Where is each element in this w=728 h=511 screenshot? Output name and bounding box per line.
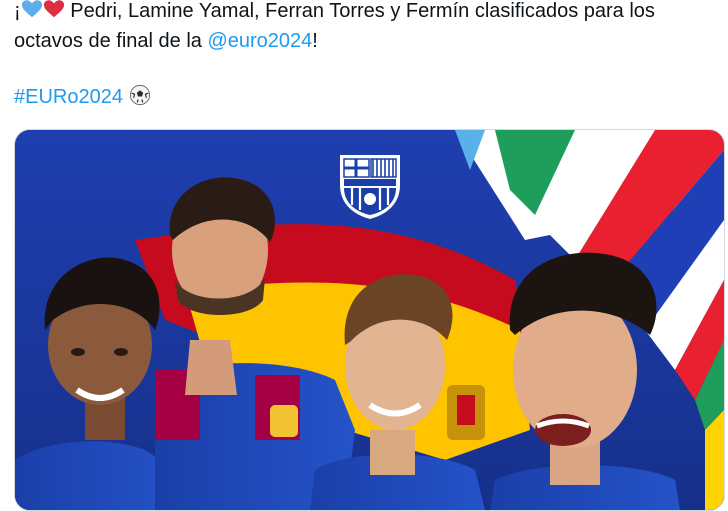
tweet-media-image[interactable] — [14, 129, 725, 511]
soccer-ball-icon — [129, 84, 150, 106]
tweet-text: ¡ Pedri, Lamine Yamal, Ferran Torres y F… — [14, 0, 718, 112]
hashtag-link-euro2024[interactable]: #EURo2024 — [14, 86, 123, 108]
tweet-line-2: octavos de final de la @euro2024! — [14, 26, 718, 56]
red-heart-icon — [43, 0, 64, 18]
tweet-line-1-text: Pedri, Lamine Yamal, Ferran Torres y Fer… — [64, 0, 655, 22]
blue-heart-icon — [21, 0, 42, 18]
tweet-line-2-suffix: ! — [312, 30, 318, 52]
tweet-line-3: #EURo2024 — [14, 82, 718, 112]
euro2024-players-graphic — [15, 130, 724, 510]
tweet-line-1: ¡ Pedri, Lamine Yamal, Ferran Torres y F… — [14, 0, 718, 26]
mention-link-euro2024[interactable]: @euro2024 — [207, 30, 312, 52]
inverted-exclamation: ¡ — [14, 0, 21, 22]
tweet-line-2-text: octavos de final de la — [14, 30, 208, 52]
